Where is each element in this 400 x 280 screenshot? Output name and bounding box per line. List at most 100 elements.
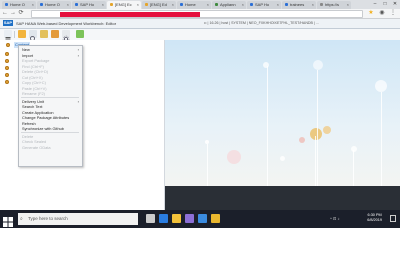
tab-label: Appliann xyxy=(220,2,236,7)
notification-icon[interactable] xyxy=(390,215,396,222)
editor-background xyxy=(165,40,400,186)
menu-icon[interactable] xyxy=(4,30,12,41)
bokeh-light xyxy=(299,137,305,143)
tab-close-icon[interactable]: × xyxy=(347,1,349,9)
tab-label: Home xyxy=(185,2,196,7)
extension-icon[interactable]: ◉ xyxy=(378,9,386,18)
menu-item-synchronize-with-github[interactable]: Synchronize with Github xyxy=(22,126,64,131)
back-button[interactable]: ← xyxy=(1,9,9,18)
system-info: •• | 16.26 | host | SYSTEM | NEO_FXKHHOI… xyxy=(204,21,319,25)
grass-stem xyxy=(381,92,382,186)
store-icon[interactable] xyxy=(185,214,194,223)
menu-item-create-application[interactable]: Create Application xyxy=(22,110,54,115)
package-icon[interactable] xyxy=(5,59,9,63)
tab-favicon-icon xyxy=(285,3,288,7)
edge-icon[interactable] xyxy=(159,214,168,223)
browser-tab[interactable]: https://s × xyxy=(317,1,351,9)
folder-icon[interactable] xyxy=(40,30,48,38)
package-icon[interactable] xyxy=(5,66,9,70)
menu-item-find: Find (Ctrl+F) xyxy=(22,63,44,69)
menu-item-new[interactable]: New xyxy=(22,47,30,52)
tab-close-icon[interactable]: × xyxy=(67,1,69,9)
tab-close-icon[interactable]: × xyxy=(172,1,174,9)
tab-close-icon[interactable]: × xyxy=(32,1,34,9)
bokeh-light xyxy=(375,80,387,92)
menu-item-rename: Rename (F2) xyxy=(22,91,45,96)
context-menu: New › Import › Export Package Find (Ctrl+F) De… xyxy=(18,45,83,167)
search-icon[interactable] xyxy=(29,30,37,43)
tab-close-icon[interactable]: × xyxy=(312,1,314,9)
close-window-button[interactable]: ✕ xyxy=(390,0,400,9)
grass-stem xyxy=(267,66,268,186)
tab-close-icon[interactable]: × xyxy=(102,1,104,9)
package-icon[interactable] xyxy=(5,52,9,56)
tab-label: Home O xyxy=(10,2,25,7)
bokeh-light xyxy=(323,126,331,134)
task-view-icon[interactable] xyxy=(146,214,155,223)
browser-tab[interactable]: Home O × xyxy=(2,1,36,9)
browser-tab[interactable]: [ENG] Ec × xyxy=(107,1,141,9)
run-icon[interactable] xyxy=(76,30,84,38)
browser-tab-strip: Home O × Home O × SAP Ho × [ENG] Ec × [ENG] Ed × H… xyxy=(0,0,400,9)
browser-tab[interactable]: [ENG] Ed × xyxy=(142,1,176,9)
menu-item-export-package: Export Package xyxy=(22,58,50,63)
toolbar-divider xyxy=(14,31,15,38)
tab-label: Home O xyxy=(45,2,60,7)
browser-tab[interactable]: SAP Ho × xyxy=(72,1,106,9)
mail-icon[interactable] xyxy=(198,214,207,223)
sap-logo: SAP xyxy=(3,20,13,26)
bookmark-star-icon[interactable]: ★ xyxy=(367,9,375,18)
bokeh-light xyxy=(313,60,323,70)
reload-button[interactable]: ⟳ xyxy=(17,9,25,18)
submenu-chevron-icon: › xyxy=(77,47,79,52)
browser-tab[interactable]: SAP Ho × xyxy=(247,1,281,9)
bokeh-light xyxy=(351,146,357,152)
browser-tab[interactable]: trainees × xyxy=(282,1,316,9)
url-input[interactable] xyxy=(31,10,363,18)
browser-menu-icon[interactable]: ⋮ xyxy=(389,9,397,18)
windows-start-icon[interactable] xyxy=(3,214,13,227)
grass-stem xyxy=(317,70,318,186)
tab-favicon-icon xyxy=(5,3,8,7)
taskbar-clock[interactable]: 6:30 PM 6/8/2019 xyxy=(367,213,382,223)
grass-stem xyxy=(353,150,354,186)
tab-close-icon[interactable]: × xyxy=(207,1,209,9)
settings-icon[interactable] xyxy=(62,30,70,43)
tab-label: [ENG] Ec xyxy=(115,2,132,7)
menu-item-import[interactable]: Import xyxy=(22,53,33,58)
search-placeholder: Type here to search xyxy=(28,216,68,221)
minimize-button[interactable]: – xyxy=(370,0,380,9)
tab-close-icon[interactable]: × xyxy=(277,1,279,9)
chrome-icon[interactable] xyxy=(211,214,220,223)
menu-item-paste: Paste (Ctrl+V) xyxy=(22,85,47,91)
edit-icon[interactable] xyxy=(51,30,59,38)
editor-background-ground xyxy=(165,186,400,210)
tab-close-icon[interactable]: × xyxy=(242,1,244,9)
tab-favicon-icon xyxy=(40,3,43,7)
file-explorer-icon[interactable] xyxy=(172,214,181,223)
menu-item-refresh[interactable]: Refresh xyxy=(22,121,36,126)
package-icon[interactable] xyxy=(5,73,9,77)
tray-icons: ^ ⊡ ♪ xyxy=(330,216,340,221)
menu-item-check-sealed: Check Sealed xyxy=(22,139,47,144)
tab-label: [ENG] Ed xyxy=(150,2,167,7)
bokeh-light xyxy=(263,62,269,68)
screen-bottom-area xyxy=(0,228,400,280)
tab-close-icon[interactable]: × xyxy=(137,1,139,9)
package-icon[interactable] xyxy=(5,80,9,84)
menu-item-search-text[interactable]: Search Text xyxy=(22,104,42,109)
save-icon[interactable] xyxy=(18,30,26,38)
browser-tab[interactable]: Home × xyxy=(177,1,211,9)
browser-tab[interactable]: Home O × xyxy=(37,1,71,9)
clock-date: 6/8/2019 xyxy=(367,218,382,222)
tab-favicon-icon xyxy=(110,3,113,7)
taskbar-search-input[interactable]: ⌕ Type here to search xyxy=(18,213,138,225)
maximize-button[interactable]: □ xyxy=(380,0,390,9)
menu-item-delivery-unit[interactable]: Delivery Unit xyxy=(22,99,44,104)
menu-item-change-package-attributes[interactable]: Change Package Attributes xyxy=(22,115,69,120)
browser-address-bar: ← → ⟳ ★ ◉ ⋮ xyxy=(0,9,400,19)
browser-tab[interactable]: Appliann × xyxy=(212,1,246,9)
tab-favicon-icon xyxy=(145,3,148,7)
tab-label: SAP Ho xyxy=(255,2,270,7)
forward-button[interactable]: → xyxy=(9,9,17,18)
